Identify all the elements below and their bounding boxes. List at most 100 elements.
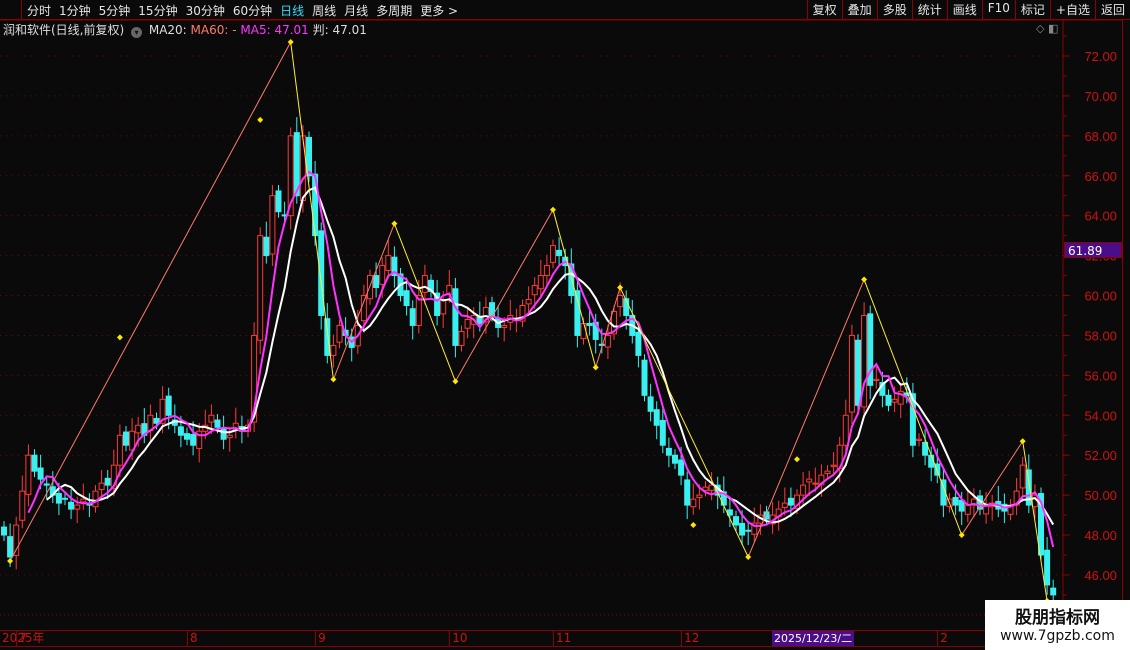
candle-down [928, 454, 935, 468]
candle-down [104, 477, 111, 486]
period-tab[interactable]: 30分钟 [186, 2, 225, 19]
candle-down [68, 501, 75, 510]
pivot-dot [452, 378, 459, 385]
x-tick-label: 11 [553, 631, 571, 646]
candle-down [373, 275, 380, 289]
date-axis: 2025/12/23/二 2025年 7 8 9 10 11 12 2 [0, 630, 1063, 647]
x-tick-label: 8 [187, 631, 198, 646]
watermark-title: 股朋指标网 [1015, 608, 1100, 628]
period-tab[interactable]: 日线 [280, 2, 304, 19]
pivot-dot [745, 553, 752, 560]
toolbar-button[interactable]: 返回 [1094, 0, 1130, 19]
period-tab[interactable]: 5分钟 [99, 2, 131, 19]
candle-up [964, 504, 971, 515]
candle-down [318, 230, 325, 316]
toolbar-button[interactable]: 叠加 [841, 0, 877, 19]
period-tab[interactable]: 60分钟 [233, 2, 272, 19]
candle-up [916, 438, 922, 441]
pivot-dot [861, 276, 868, 283]
candle-down [952, 497, 959, 506]
candle-up [580, 322, 587, 340]
candle-down [275, 190, 282, 213]
y-tick-label: 52.00 [1084, 448, 1117, 463]
candle-down [678, 459, 685, 476]
x-tick-label: 7 [16, 631, 27, 646]
candle-up [336, 324, 343, 343]
pivot-dot [330, 376, 337, 383]
cursor-date-label: 2025/12/23/二 [772, 631, 855, 646]
candle-up [537, 275, 544, 290]
candle-down [7, 536, 14, 558]
period-tab[interactable]: 分时 [27, 2, 51, 19]
pivot-dot [7, 557, 14, 564]
panel-toggle-button[interactable] [0, 0, 22, 19]
candle-down [43, 483, 50, 486]
candle-up [842, 414, 849, 446]
toolbar-button[interactable]: +自选 [1049, 0, 1095, 19]
candle-down [787, 497, 794, 506]
candle-up [830, 464, 837, 467]
right-toolbar: 复权 叠加 多股 统计 画线 F10 标记 +自选 返回 [806, 0, 1130, 19]
period-tab[interactable]: 15分钟 [138, 2, 177, 19]
watermark: 股朋指标网 www.7gpzb.com [985, 600, 1130, 650]
zigzag-segment [393, 223, 456, 382]
candle-down [1, 526, 7, 536]
period-tab[interactable]: 1分钟 [59, 2, 91, 19]
y-tick-label: 64.00 [1084, 209, 1117, 224]
candle-down [214, 419, 221, 428]
judge-label: 判: 47.01 [312, 23, 367, 37]
toolbar-button[interactable]: 复权 [806, 0, 842, 19]
candle-down [1044, 549, 1051, 586]
candle-down [556, 249, 563, 257]
candle-up [696, 494, 703, 499]
panel-icon[interactable]: ◧ [1048, 22, 1058, 35]
candle-up [501, 324, 508, 328]
candle-up [531, 285, 538, 296]
zigzag-segment [863, 279, 963, 536]
candle-up [690, 498, 697, 508]
candle-down [263, 236, 270, 257]
pivot-dot [592, 364, 599, 371]
candle-down [1050, 587, 1057, 596]
toolbar-button[interactable]: 画线 [946, 0, 982, 19]
candle-up [604, 334, 611, 348]
candle-down [684, 479, 691, 506]
candle-up [208, 414, 215, 423]
ma5-line [27, 170, 1055, 548]
toolbar-button[interactable]: 多股 [876, 0, 912, 19]
pivot-dot [1019, 438, 1026, 445]
candle-down [635, 331, 642, 356]
chevron-down-icon[interactable]: ▾ [131, 27, 143, 38]
diamond-icon[interactable]: ◇ [1036, 22, 1044, 35]
chart-info-bar: 润和软件(日线,前复权) ▾ MA20: MA60: - MA5: 47.01 … [3, 21, 367, 38]
period-tab[interactable]: 多周期 [376, 2, 412, 19]
candle-down [739, 522, 746, 536]
ma5-label: MA5: 47.01 [240, 23, 309, 37]
candle-down [153, 417, 160, 424]
pivot-dot [958, 532, 965, 539]
y-tick-label: 60.00 [1084, 289, 1117, 304]
pivot-dot [116, 334, 123, 341]
candlestick-chart[interactable]: 72.0070.0068.0066.0064.0062.0060.0058.00… [0, 0, 1130, 650]
period-tab[interactable]: 周线 [312, 2, 336, 19]
x-tick-label: 10 [449, 631, 468, 646]
toolbar-button[interactable]: F10 [981, 0, 1015, 19]
candle-down [220, 428, 227, 440]
period-tab[interactable]: 更多 > [420, 2, 458, 19]
toolbar-button[interactable]: 标记 [1014, 0, 1050, 19]
candle-down [598, 343, 605, 346]
y-tick-label: 72.00 [1084, 49, 1117, 64]
pivot-dot [550, 206, 556, 213]
candle-up [226, 434, 233, 439]
toolbar-button[interactable]: 统计 [911, 0, 947, 19]
period-tab[interactable]: 月线 [344, 2, 368, 19]
candle-down [190, 433, 197, 446]
candle-up [708, 484, 715, 491]
candle-up [116, 434, 123, 466]
candle-up [543, 265, 550, 277]
candle-down [37, 467, 44, 480]
pivot-dot [287, 39, 294, 46]
candle-up [385, 255, 392, 271]
candle-up [617, 295, 624, 308]
candle-down [165, 395, 172, 416]
